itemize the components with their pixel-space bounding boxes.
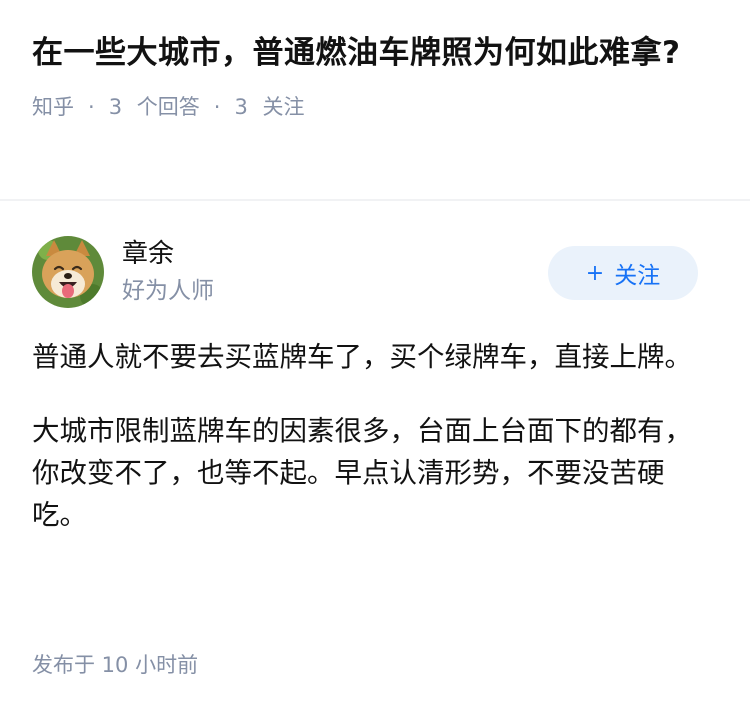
answers-count-value: 3 bbox=[108, 95, 123, 119]
followers-count-value: 3 bbox=[234, 95, 248, 119]
followers-count-label: 关注 bbox=[262, 95, 305, 119]
question-header: 在一些大城市，普通燃油车牌照为何如此难拿? 知乎 · 3 个回答 · 3 关注 bbox=[0, 0, 750, 170]
plus-icon: + bbox=[585, 260, 605, 286]
answers-count[interactable]: 3 个回答 bbox=[109, 92, 200, 122]
answers-count-label: 个回答 bbox=[136, 95, 200, 119]
followers-count[interactable]: 3 关注 bbox=[234, 92, 304, 122]
separator-dot: · bbox=[213, 95, 221, 119]
answer-paragraph: 普通人就不要去买蓝牌车了，买个绿牌车，直接上牌。 bbox=[32, 341, 692, 373]
publish-time: 发布于 10 小时前 bbox=[32, 653, 199, 677]
shiba-dog-avatar-icon bbox=[32, 236, 104, 308]
avatar[interactable] bbox=[32, 236, 104, 308]
answer-card: 章余 好为人师 + 关注 普通人就不要去买蓝牌车了，买个绿牌车，直接上牌。 大城… bbox=[32, 234, 698, 568]
source-label[interactable]: 知乎 bbox=[32, 92, 74, 122]
author-row: 章余 好为人师 + 关注 bbox=[32, 234, 698, 310]
answer-content[interactable]: 普通人就不要去买蓝牌车了，买个绿牌车，直接上牌。 大城市限制蓝牌车的因素很多，台… bbox=[32, 336, 698, 536]
answer-paragraph: 大城市限制蓝牌车的因素很多，台面上台面下的都有，你改变不了，也等不起。早点认清形… bbox=[32, 415, 692, 531]
author-bio: 好为人师 bbox=[122, 278, 214, 304]
question-title[interactable]: 在一些大城市，普通燃油车牌照为何如此难拿? bbox=[32, 30, 718, 76]
question-meta: 知乎 · 3 个回答 · 3 关注 bbox=[32, 92, 718, 122]
follow-button-label: 关注 bbox=[614, 263, 661, 289]
author-info: 章余 好为人师 bbox=[122, 236, 548, 308]
author-name[interactable]: 章余 bbox=[122, 236, 548, 272]
section-divider bbox=[0, 199, 750, 201]
separator-dot: · bbox=[88, 95, 95, 119]
follow-button[interactable]: + 关注 bbox=[548, 246, 698, 300]
